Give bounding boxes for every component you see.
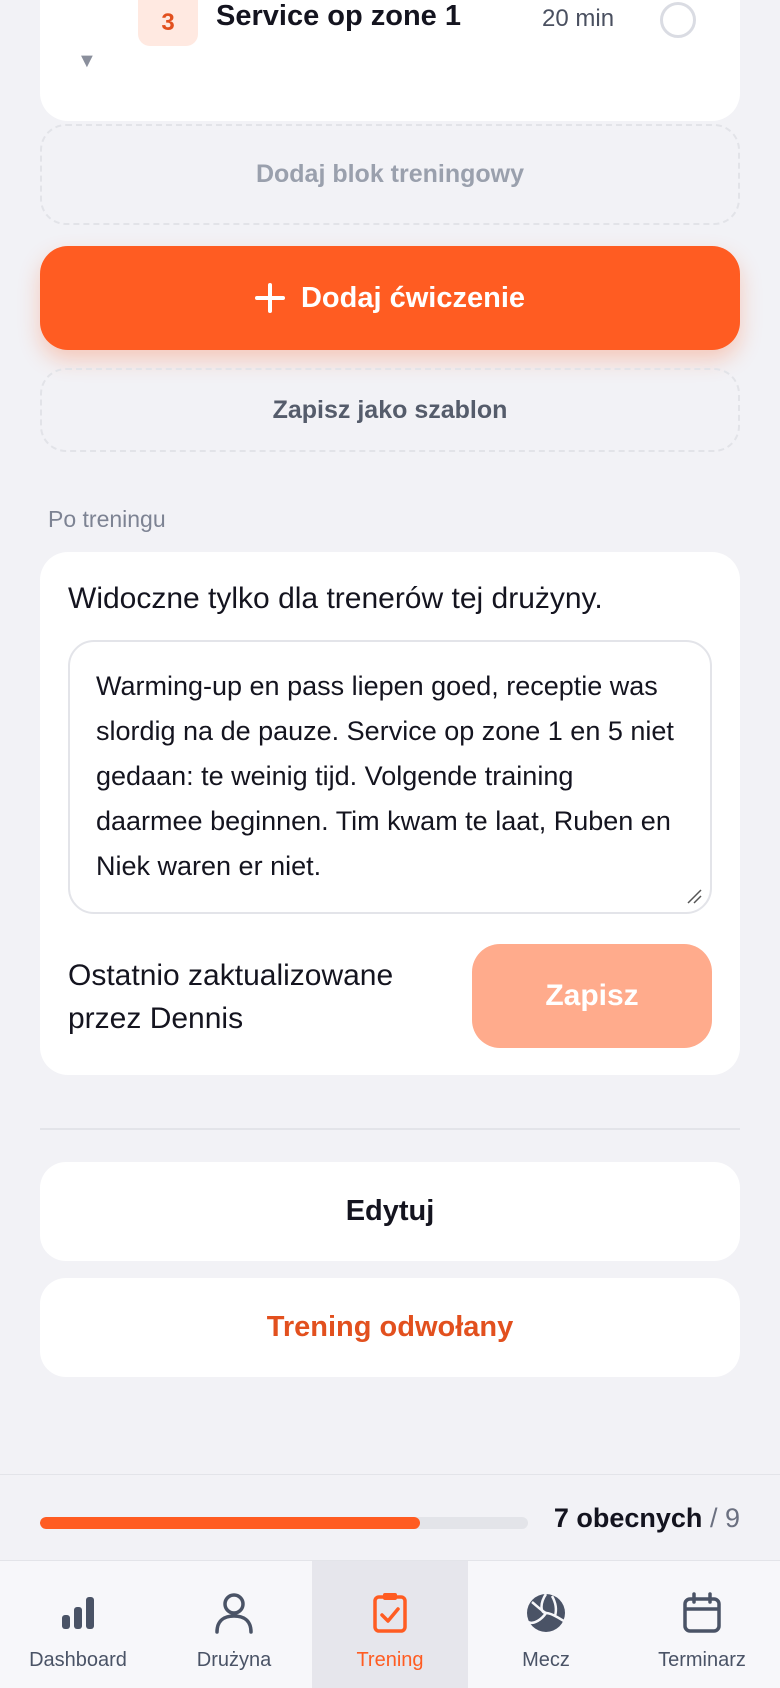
nav-label: Mecz (522, 1649, 570, 1671)
attendance-total: 9 (724, 1503, 740, 1533)
exercise-done-checkbox[interactable] (660, 2, 696, 38)
section-label-after-training: Po treningu (48, 506, 166, 532)
nav-item-dashboard[interactable]: Dashboard (0, 1561, 156, 1688)
add-exercise-label: Dodaj ćwiczenie (300, 281, 525, 314)
bar-chart-icon (62, 1597, 94, 1629)
bottom-nav: Dashboard Drużyna Trening Mecz Terminarz (0, 1560, 780, 1688)
notes-card: Widoczne tylko dla trenerów tej drużyny.… (40, 552, 740, 1075)
notes-text: Warming-up en pass liepen goed, receptie… (96, 671, 674, 881)
nav-item-team[interactable]: Drużyna (156, 1561, 312, 1688)
nav-label: Terminarz (658, 1649, 746, 1671)
nav-label: Trening (356, 1649, 424, 1671)
cancel-training-button[interactable]: Trening odwołany (40, 1278, 740, 1377)
save-notes-button[interactable]: Zapisz (472, 944, 712, 1048)
user-icon (215, 1593, 253, 1634)
notes-textarea[interactable]: Warming-up en pass liepen goed, receptie… (68, 640, 712, 914)
nav-label: Dashboard (29, 1649, 127, 1671)
nav-item-schedule[interactable]: Terminarz (624, 1561, 780, 1688)
edit-button[interactable]: Edytuj (40, 1162, 740, 1261)
resize-grip-icon[interactable] (686, 888, 702, 904)
attendance-count: 7 obecnych / 9 (554, 1503, 740, 1534)
attendance-present: 7 obecnych (553, 1503, 703, 1533)
visibility-hint: Widoczne tylko dla trenerów tej drużyny. (68, 582, 603, 615)
exercise-duration: 20 min (542, 5, 615, 32)
calendar-icon (683, 1592, 721, 1633)
nav-item-training[interactable]: Trening (312, 1561, 468, 1688)
divider (40, 1128, 740, 1130)
clipboard-check-icon (373, 1593, 407, 1633)
attendance-separator: / (709, 1503, 718, 1533)
nav-label: Drużyna (196, 1649, 272, 1671)
attendance-bar: 7 obecnych / 9 (0, 1474, 780, 1560)
save-template-button[interactable]: Zapisz jako szablon (40, 368, 740, 452)
add-exercise-button[interactable]: Dodaj ćwiczenie (40, 246, 740, 350)
exercise-title: Service op zone 1 (216, 0, 461, 32)
expand-caret-icon[interactable]: ▼ (77, 50, 97, 73)
add-block-button[interactable]: Dodaj blok treningowy (40, 124, 740, 225)
volleyball-icon (527, 1593, 565, 1632)
nav-item-match[interactable]: Mecz (468, 1561, 624, 1688)
attendance-progress-fill (40, 1517, 420, 1529)
last-updated-text: Ostatnio zaktualizowane przez Dennis (68, 959, 394, 1035)
plus-icon (254, 283, 285, 313)
attendance-progress-track (40, 1517, 528, 1529)
exercise-card[interactable]: 3 Service op zone 1 20 min ▼ (40, 0, 740, 121)
exercise-number-badge: 3 (138, 0, 198, 46)
